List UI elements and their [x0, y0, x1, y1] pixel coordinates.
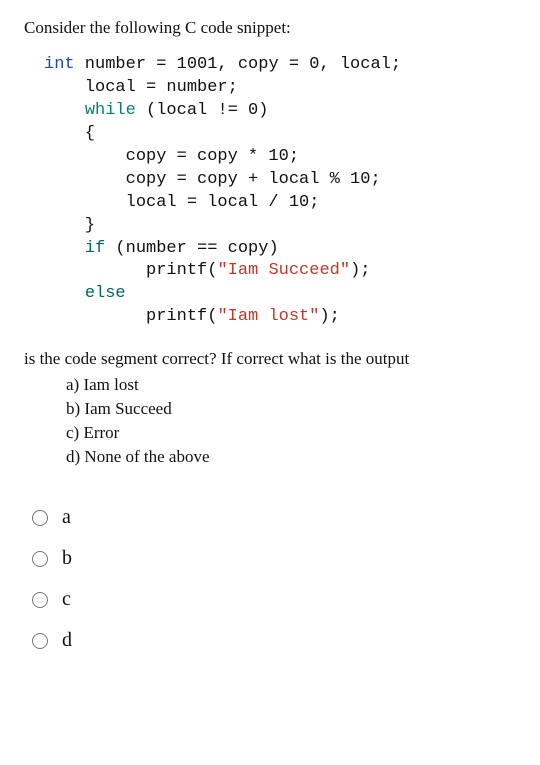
radio-a[interactable] [32, 510, 48, 526]
radio-b[interactable] [32, 551, 48, 567]
radio-c-label: c [62, 588, 71, 611]
code-snippet: int number = 1001, copy = 0, local; loca… [44, 54, 540, 329]
code-line-11a [44, 284, 85, 303]
code-line-12a: printf( [44, 307, 217, 326]
question-text: is the code segment correct? If correct … [24, 349, 540, 369]
code-line-3a [44, 101, 85, 120]
code-line-6: copy = copy + local % 10; [44, 170, 381, 189]
radio-row-b: b [32, 547, 540, 570]
option-a-text: a) Iam lost [66, 373, 540, 397]
radio-row-a: a [32, 506, 540, 529]
code-line-9b: (number == copy) [105, 239, 278, 258]
question-prompt: Consider the following C code snippet: [24, 18, 540, 38]
option-b-text: b) Iam Succeed [66, 397, 540, 421]
radio-d-label: d [62, 629, 72, 652]
code-line-12b: ); [319, 307, 339, 326]
radio-a-label: a [62, 506, 71, 529]
code-string-lost: "Iam lost" [217, 307, 319, 326]
radio-row-c: c [32, 588, 540, 611]
mc-options: a) Iam lost b) Iam Succeed c) Error d) N… [66, 373, 540, 468]
code-line-9a [44, 239, 85, 258]
option-c-text: c) Error [66, 421, 540, 445]
radio-row-d: d [32, 629, 540, 652]
code-line-4: { [44, 124, 95, 143]
code-line-10a: printf( [44, 261, 217, 280]
code-string-succeed: "Iam Succeed" [217, 261, 350, 280]
radio-b-label: b [62, 547, 72, 570]
answer-radio-group: a b c d [32, 506, 540, 652]
code-line-5: copy = copy * 10; [44, 147, 299, 166]
code-line-1: number = 1001, copy = 0, local; [75, 55, 401, 74]
code-line-10b: ); [350, 261, 370, 280]
option-d-text: d) None of the above [66, 445, 540, 469]
code-line-3b: (local != 0) [136, 101, 269, 120]
code-keyword-while: while [85, 101, 136, 120]
code-keyword-if: if [85, 239, 105, 258]
radio-c[interactable] [32, 592, 48, 608]
code-line-7: local = local / 10; [44, 193, 319, 212]
radio-d[interactable] [32, 633, 48, 649]
code-line-2: local = number; [44, 78, 238, 97]
code-keyword-else: else [85, 284, 126, 303]
code-line-8: } [44, 216, 95, 235]
code-keyword-int: int [44, 55, 75, 74]
